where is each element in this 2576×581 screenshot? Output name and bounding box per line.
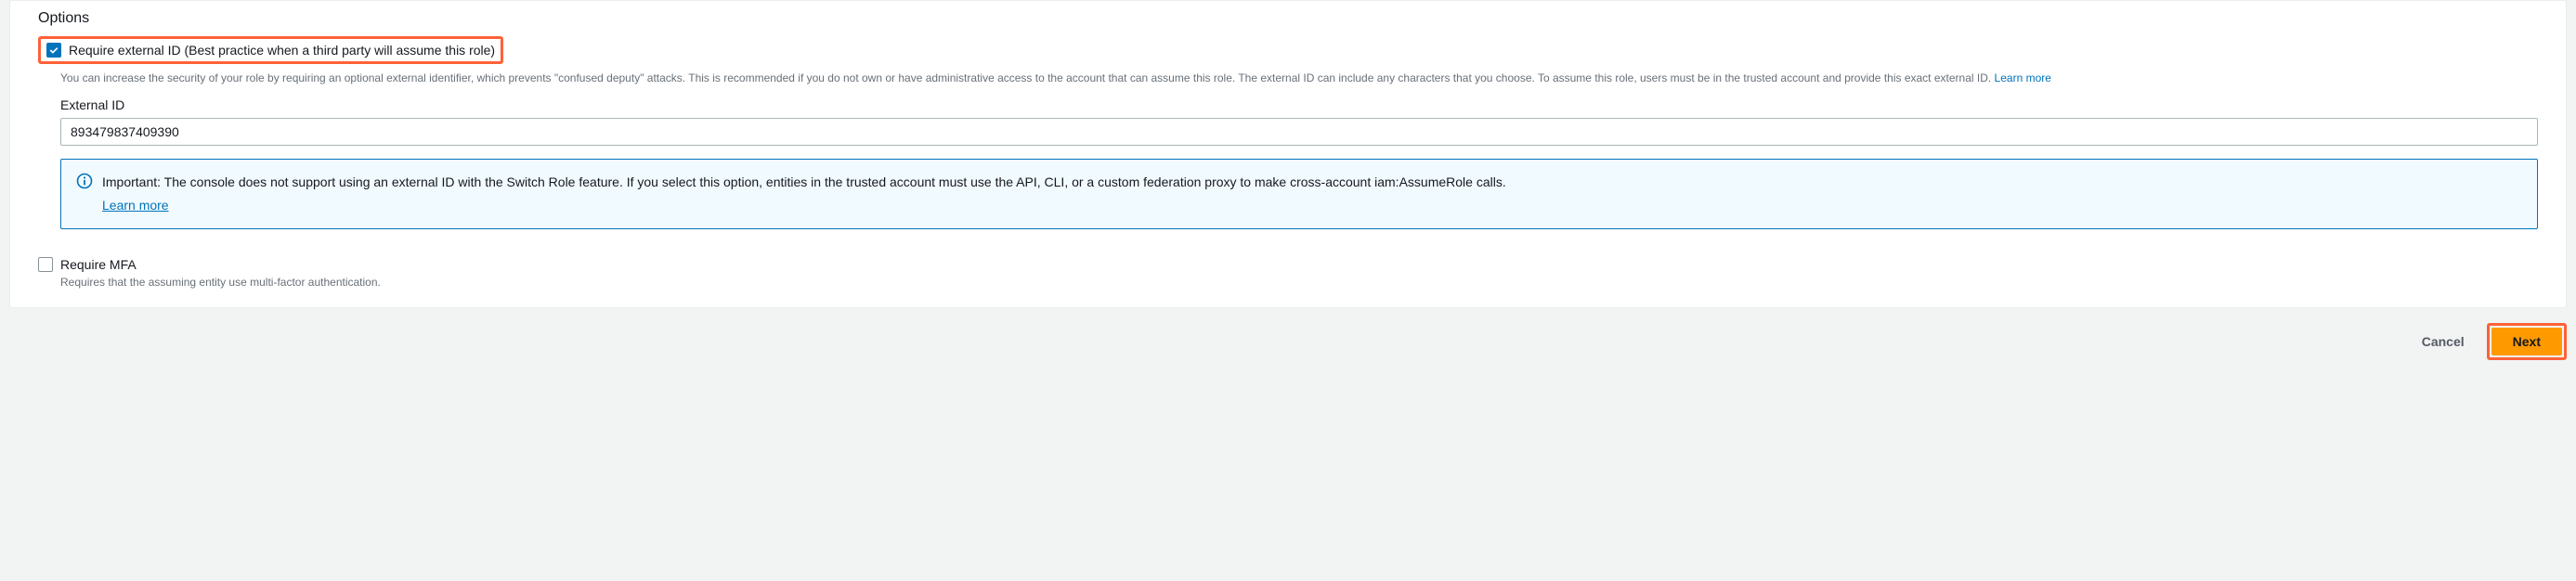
info-alert: Important: The console does not support … xyxy=(60,159,2538,229)
info-icon xyxy=(76,173,93,189)
external-id-input[interactable] xyxy=(60,118,2538,146)
require-external-id-description: You can increase the security of your ro… xyxy=(60,70,2538,86)
info-alert-content: Important: The console does not support … xyxy=(102,173,1506,215)
next-button-highlight: Next xyxy=(2487,323,2567,360)
footer-actions: Cancel Next xyxy=(0,308,2576,369)
check-icon xyxy=(48,45,59,56)
options-panel: Options Require external ID (Best practi… xyxy=(9,0,2567,308)
require-mfa-checkbox[interactable] xyxy=(38,257,53,272)
info-learn-more-link[interactable]: Learn more xyxy=(102,196,1506,215)
require-external-id-highlight: Require external ID (Best practice when … xyxy=(38,36,503,64)
require-external-id-checkbox[interactable] xyxy=(46,43,61,58)
require-mfa-label: Require MFA xyxy=(60,257,137,272)
require-external-id-label: Require external ID (Best practice when … xyxy=(69,43,495,58)
cancel-button[interactable]: Cancel xyxy=(2413,329,2474,355)
external-id-label: External ID xyxy=(60,97,2538,112)
require-mfa-row: Require MFA xyxy=(38,257,2538,272)
require-external-id-row: Require external ID (Best practice when … xyxy=(46,43,495,58)
next-button[interactable]: Next xyxy=(2491,328,2562,355)
external-id-field-block: External ID Important: The console does … xyxy=(60,97,2538,229)
learn-more-link[interactable]: Learn more xyxy=(1995,71,2051,84)
require-mfa-block: Require MFA Requires that the assuming e… xyxy=(38,257,2538,289)
options-heading: Options xyxy=(38,10,2538,27)
require-mfa-description: Requires that the assuming entity use mu… xyxy=(60,276,2538,289)
